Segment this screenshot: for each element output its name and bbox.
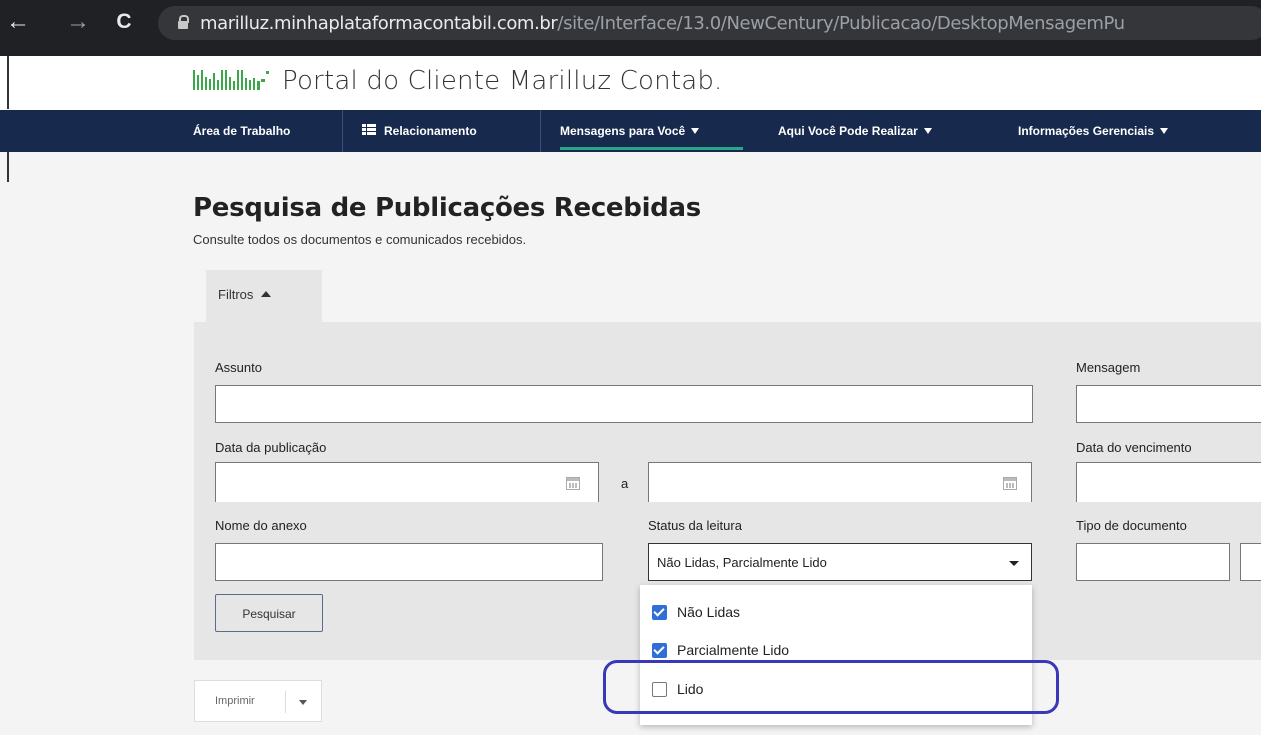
nav-item-area-de-trabalho[interactable]: Área de Trabalho — [193, 110, 290, 152]
tab-filtros[interactable]: Filtros — [206, 270, 322, 322]
pesquisar-button[interactable]: Pesquisar — [215, 594, 323, 632]
page-title: Pesquisa de Publicações Recebidas — [193, 193, 701, 223]
tipo-documento-secondary-input[interactable] — [1240, 543, 1261, 581]
address-bar[interactable]: marilluz.minhaplataformacontabil.com.br/… — [158, 6, 1261, 40]
data-vencimento-label: Data do vencimento — [1076, 440, 1192, 455]
status-leitura-select[interactable]: Não Lidas, Parcialmente Lido — [648, 543, 1032, 581]
nav-item-mensagens-para-voce[interactable]: Mensagens para Você — [560, 110, 700, 152]
caret-down-icon — [691, 128, 700, 134]
assunto-input[interactable] — [215, 385, 1033, 423]
back-arrow-icon[interactable]: ← — [4, 8, 32, 36]
left-divider — [7, 56, 9, 109]
button-divider — [285, 691, 286, 713]
data-vencimento-input[interactable] — [1076, 462, 1261, 502]
nome-anexo-label: Nome do anexo — [215, 518, 307, 533]
url-host: marilluz.minhaplataformacontabil.com.br — [200, 13, 558, 34]
nav-item-label: Aqui Você Pode Realizar — [778, 124, 918, 138]
main-nav: Área de Trabalho Relacionamento Mensagen… — [0, 110, 1261, 152]
status-leitura-label: Status da leitura — [648, 518, 742, 533]
nav-item-informacoes-gerenciais[interactable]: Informações Gerenciais — [1018, 110, 1169, 152]
imprimir-label: Imprimir — [215, 695, 255, 707]
nav-item-aqui-voce-pode-realizar[interactable]: Aqui Você Pode Realizar — [778, 110, 932, 152]
url-text[interactable]: marilluz.minhaplataformacontabil.com.br/… — [200, 13, 1125, 34]
caret-down-icon — [923, 128, 932, 134]
range-separator: a — [621, 476, 629, 491]
data-publicacao-fim-input[interactable] — [648, 462, 1032, 502]
calendar-icon[interactable] — [566, 477, 580, 490]
status-option-label: Não Lidas — [677, 604, 741, 620]
reload-icon[interactable]: C — [110, 8, 138, 36]
nav-item-relacionamento[interactable]: Relacionamento — [362, 110, 477, 152]
lock-icon — [178, 15, 189, 29]
portal-title: Portal do Cliente Marilluz Contab. — [282, 66, 723, 96]
status-leitura-value: Não Lidas, Parcialmente Lido — [657, 555, 827, 570]
data-publicacao-inicio-input[interactable] — [215, 462, 599, 502]
page-subtitle: Consulte todos os documentos e comunicad… — [193, 232, 527, 247]
mensagem-label: Mensagem — [1076, 360, 1141, 375]
data-publicacao-label: Data da publicação — [215, 440, 327, 455]
nav-divider — [540, 110, 541, 152]
nav-active-indicator — [560, 147, 743, 150]
status-option-label: Parcialmente Lido — [677, 642, 790, 658]
annotation-highlight-outline — [603, 660, 1059, 714]
assunto-label: Assunto — [215, 360, 262, 375]
dropdown-arrow-icon — [1009, 561, 1019, 566]
tab-filtros-label: Filtros — [218, 287, 272, 302]
left-divider — [7, 152, 9, 182]
nav-item-label: Relacionamento — [384, 124, 477, 138]
calendar-icon[interactable] — [1003, 477, 1017, 490]
caret-down-icon — [1160, 128, 1169, 134]
marilluz-logo — [193, 70, 269, 90]
forward-arrow-icon[interactable]: → — [64, 8, 92, 36]
nav-item-label: Informações Gerenciais — [1018, 124, 1155, 138]
url-path: /site/Interface/13.0/NewCentury/Publicac… — [557, 13, 1125, 34]
browser-toolbar: ← → C marilluz.minhaplataformacontabil.c… — [0, 0, 1261, 56]
caret-up-icon — [261, 291, 272, 297]
caret-down-icon[interactable] — [299, 700, 307, 705]
mensagem-input[interactable] — [1076, 385, 1261, 423]
imprimir-button[interactable]: Imprimir — [194, 680, 322, 722]
nav-item-label: Mensagens para Você — [560, 124, 686, 138]
nav-item-label: Área de Trabalho — [193, 124, 291, 138]
tipo-documento-input[interactable] — [1076, 543, 1230, 581]
grid-icon — [362, 124, 376, 136]
tipo-documento-label: Tipo de documento — [1076, 518, 1187, 533]
checkbox-checked-icon[interactable] — [652, 643, 667, 658]
nav-divider — [342, 110, 343, 152]
checkbox-checked-icon[interactable] — [652, 605, 667, 620]
nome-anexo-input[interactable] — [215, 543, 603, 581]
